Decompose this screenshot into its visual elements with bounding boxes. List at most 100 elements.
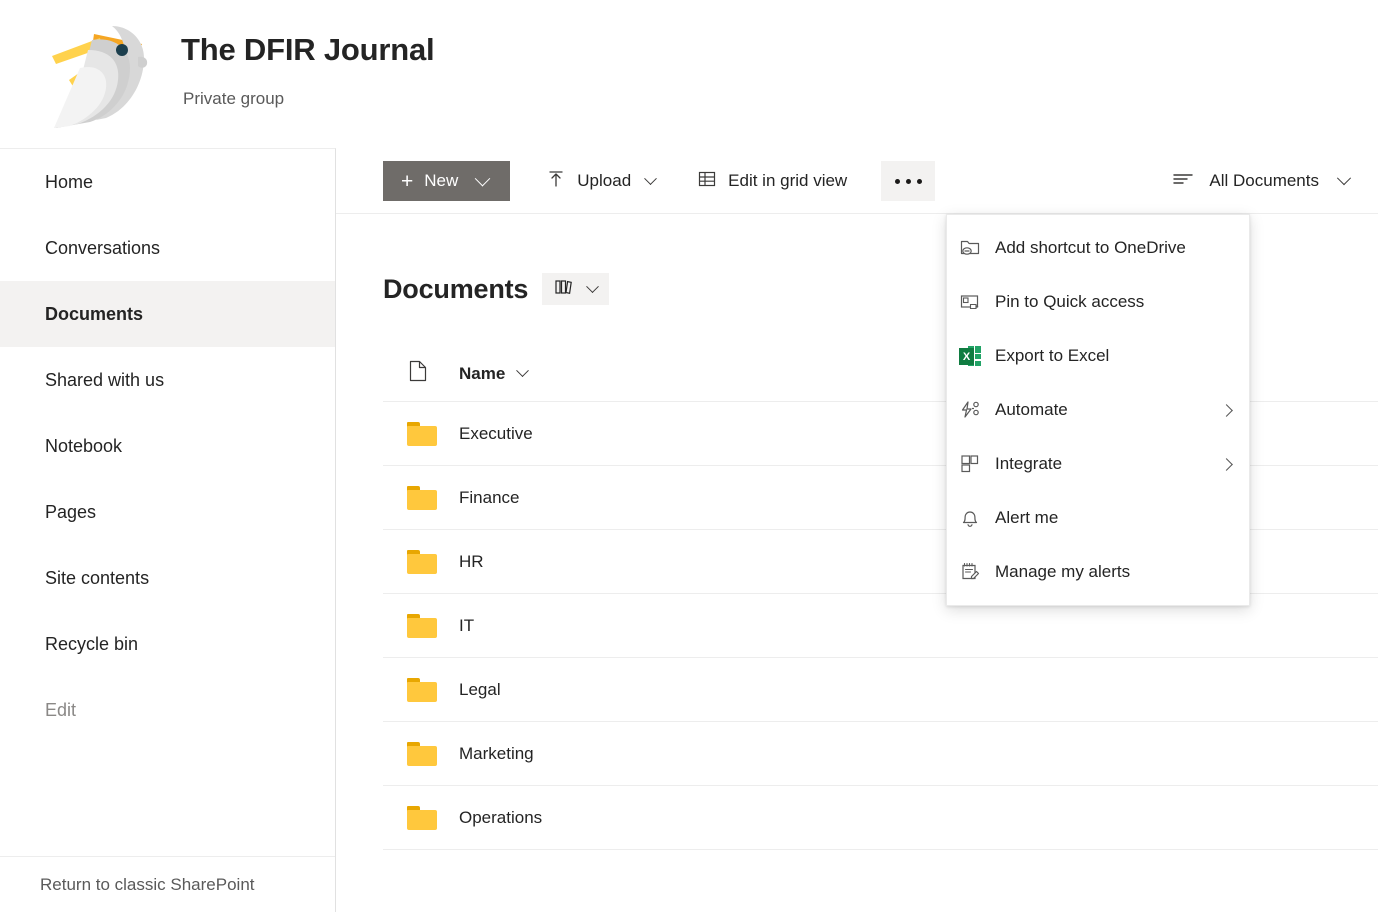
sidebar-item-label: Site contents	[45, 568, 149, 589]
integrate-grid-icon	[959, 453, 995, 475]
sidebar-item-label: Edit	[45, 700, 76, 721]
automate-flow-icon	[959, 399, 995, 421]
sidebar-item-documents[interactable]: Documents	[0, 281, 335, 347]
chevron-down-icon	[644, 172, 657, 185]
plus-icon: +	[401, 171, 413, 192]
chevron-down-icon	[1337, 171, 1351, 185]
folder-icon	[407, 486, 437, 510]
sidebar-item-pages[interactable]: Pages	[0, 479, 335, 545]
new-button[interactable]: + New	[383, 161, 510, 201]
sidebar-item-label: Documents	[45, 304, 143, 325]
return-to-classic-sharepoint-link[interactable]: Return to classic SharePoint	[0, 856, 335, 912]
site-title: The DFIR Journal	[181, 32, 434, 68]
library-view-switcher[interactable]	[542, 273, 609, 305]
file-type-column-header[interactable]	[383, 359, 459, 388]
upload-arrow-icon	[546, 169, 566, 194]
folder-icon	[407, 422, 437, 446]
menu-item-label: Add shortcut to OneDrive	[995, 238, 1186, 258]
row-name: Legal	[459, 680, 501, 700]
sidebar-item-label: Pages	[45, 502, 96, 523]
chevron-down-icon	[475, 170, 491, 186]
row-icon-cell	[383, 614, 459, 638]
menu-item-add-shortcut-to-onedrive[interactable]: Add shortcut to OneDrive	[947, 221, 1249, 275]
upload-button[interactable]: Upload	[532, 161, 669, 201]
sidebar-item-notebook[interactable]: Notebook	[0, 413, 335, 479]
site-privacy-label: Private group	[183, 89, 284, 109]
view-list-icon	[1171, 169, 1195, 194]
menu-item-manage-my-alerts[interactable]: Manage my alerts	[947, 545, 1249, 599]
menu-item-export-to-excel[interactable]: X Export to Excel	[947, 329, 1249, 383]
name-column-header[interactable]: Name	[459, 364, 527, 384]
row-icon-cell	[383, 486, 459, 510]
sidebar-item-label: Recycle bin	[45, 634, 138, 655]
sidebar-item-conversations[interactable]: Conversations	[0, 215, 335, 281]
table-row[interactable]: Operations	[383, 786, 1378, 850]
library-books-icon	[554, 278, 576, 301]
sidebar: Home Conversations Documents Shared with…	[0, 148, 336, 912]
chevron-right-icon	[1220, 404, 1233, 417]
menu-item-label: Automate	[995, 400, 1068, 420]
menu-item-label: Integrate	[995, 454, 1062, 474]
list-title-row: Documents	[383, 273, 609, 305]
folder-icon	[407, 806, 437, 830]
folder-icon	[407, 678, 437, 702]
row-icon-cell	[383, 678, 459, 702]
chevron-down-icon	[516, 364, 529, 377]
row-icon-cell	[383, 422, 459, 446]
menu-item-pin-to-quick-access[interactable]: Pin to Quick access	[947, 275, 1249, 329]
grid-table-icon	[697, 169, 717, 194]
site-header: The DFIR Journal Private group	[0, 0, 1378, 148]
chevron-down-icon	[586, 280, 599, 293]
more-options-button[interactable]	[881, 161, 935, 201]
sidebar-item-label: Home	[45, 172, 93, 193]
add-shortcut-onedrive-icon	[959, 237, 995, 259]
menu-item-alert-me[interactable]: Alert me	[947, 491, 1249, 545]
ellipsis-icon	[895, 179, 922, 184]
sidebar-item-label: Notebook	[45, 436, 122, 457]
menu-item-automate[interactable]: Automate	[947, 383, 1249, 437]
menu-item-integrate[interactable]: Integrate	[947, 437, 1249, 491]
folder-icon	[407, 742, 437, 766]
bird-logo-icon	[34, 10, 158, 130]
row-name: IT	[459, 616, 474, 636]
sidebar-item-edit[interactable]: Edit	[0, 677, 335, 743]
menu-item-label: Alert me	[995, 508, 1058, 528]
command-bar-right-group: All Documents	[1159, 161, 1361, 201]
sidebar-item-recycle-bin[interactable]: Recycle bin	[0, 611, 335, 677]
excel-icon: X	[959, 345, 995, 367]
sidebar-item-site-contents[interactable]: Site contents	[0, 545, 335, 611]
new-button-label: New	[424, 171, 458, 191]
document-page-icon	[407, 359, 429, 388]
pin-quick-access-icon	[959, 291, 995, 313]
row-name: Finance	[459, 488, 519, 508]
row-icon-cell	[383, 742, 459, 766]
sidebar-item-home[interactable]: Home	[0, 149, 335, 215]
command-bar: + New Upload Edit in grid view	[336, 148, 1378, 214]
sidebar-item-shared-with-us[interactable]: Shared with us	[0, 347, 335, 413]
bell-icon	[959, 507, 995, 529]
sidebar-nav-list: Home Conversations Documents Shared with…	[0, 149, 335, 743]
manage-alerts-icon	[959, 561, 995, 583]
row-name: HR	[459, 552, 484, 572]
row-name: Operations	[459, 808, 542, 828]
row-icon-cell	[383, 550, 459, 574]
folder-icon	[407, 614, 437, 638]
command-bar-left-group: + New Upload Edit in grid view	[383, 161, 935, 201]
upload-button-label: Upload	[577, 171, 631, 191]
view-selector-button[interactable]: All Documents	[1159, 161, 1361, 201]
row-name: Executive	[459, 424, 533, 444]
view-selector-label: All Documents	[1209, 171, 1319, 191]
sidebar-item-label: Shared with us	[45, 370, 164, 391]
row-name: Marketing	[459, 744, 534, 764]
more-options-context-menu: Add shortcut to OneDrive Pin to Quick ac…	[946, 214, 1250, 606]
table-row[interactable]: Marketing	[383, 722, 1378, 786]
sidebar-item-label: Conversations	[45, 238, 160, 259]
page-title: Documents	[383, 274, 528, 305]
edit-in-grid-view-label: Edit in grid view	[728, 171, 847, 191]
folder-icon	[407, 550, 437, 574]
edit-in-grid-view-button[interactable]: Edit in grid view	[683, 161, 861, 201]
table-row[interactable]: Legal	[383, 658, 1378, 722]
row-icon-cell	[383, 806, 459, 830]
return-to-classic-label: Return to classic SharePoint	[40, 875, 255, 895]
menu-item-label: Manage my alerts	[995, 562, 1130, 582]
